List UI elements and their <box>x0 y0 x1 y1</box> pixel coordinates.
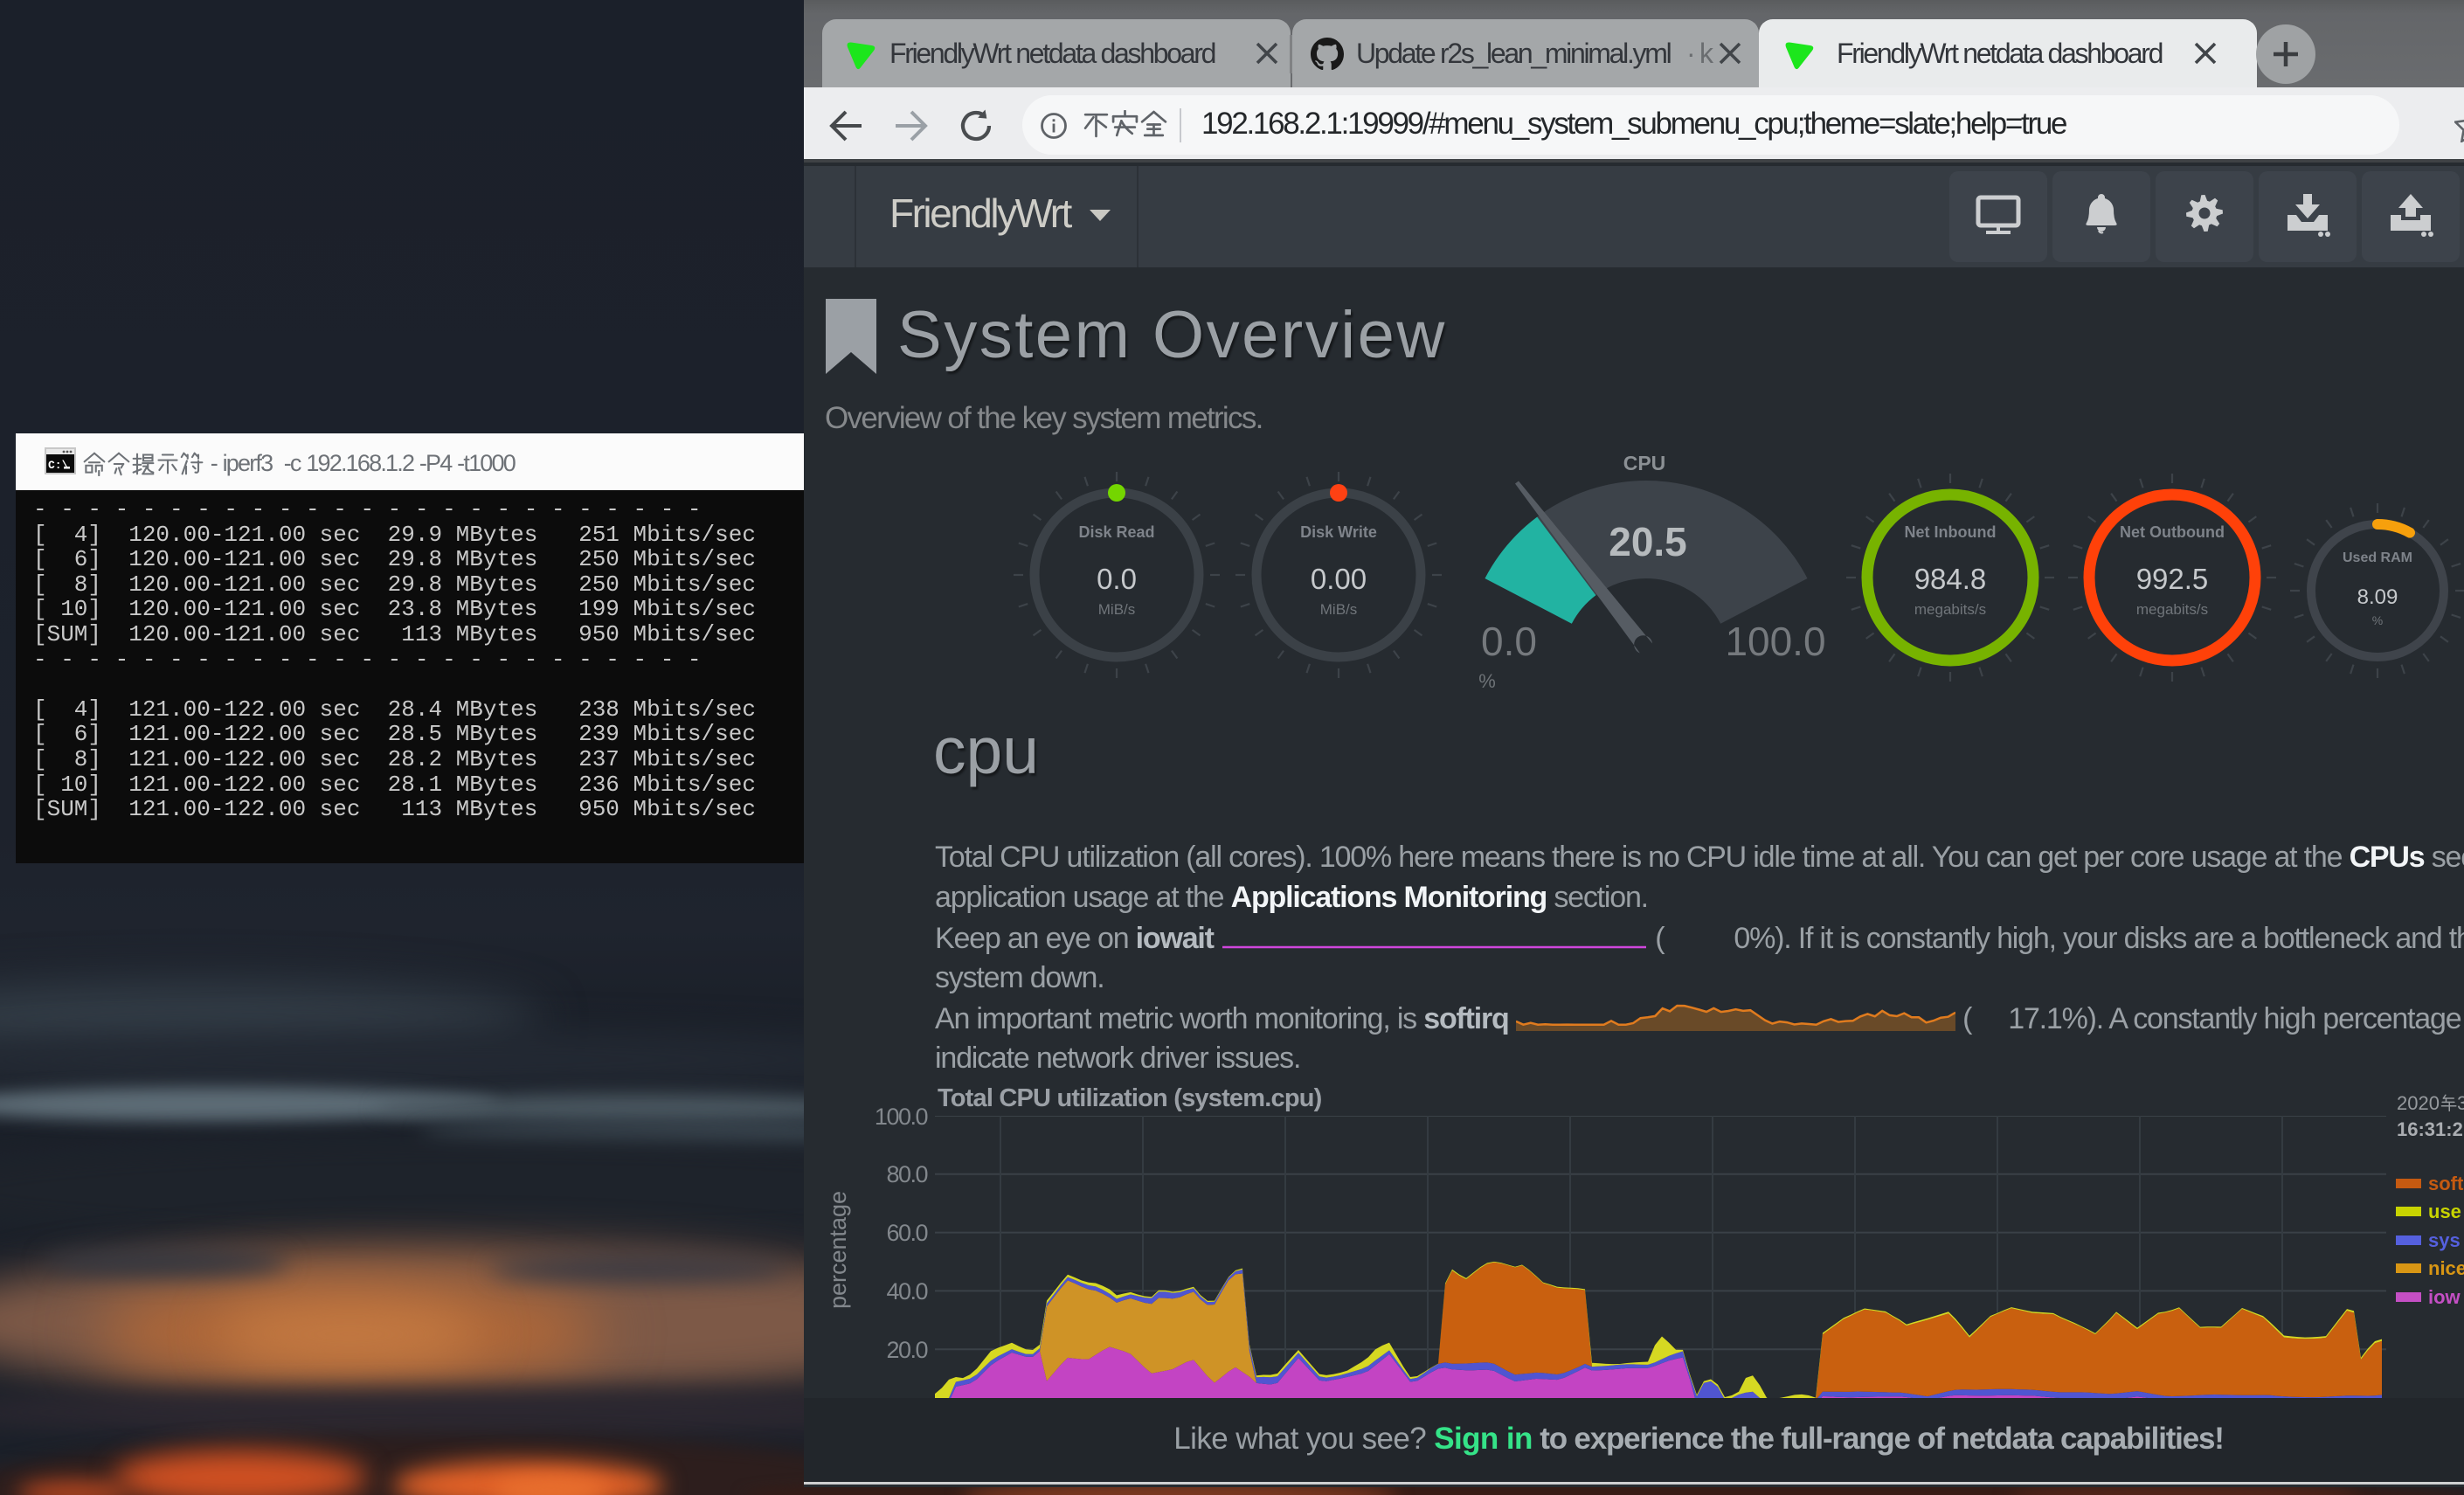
svg-text:Disk Write: Disk Write <box>1300 523 1377 541</box>
svg-text:20.5: 20.5 <box>1609 519 1687 564</box>
svg-text:984.8: 984.8 <box>1914 563 1987 595</box>
svg-text:MiB/s: MiB/s <box>1098 601 1136 618</box>
svg-text:Net Outbound: Net Outbound <box>2120 523 2225 541</box>
svg-text:8.09: 8.09 <box>2357 585 2398 609</box>
svg-text:Disk Read: Disk Read <box>1078 523 1154 541</box>
svg-text:MiB/s: MiB/s <box>1320 601 1358 618</box>
svg-text:%: % <box>1478 670 1496 692</box>
svg-text:C:\: C:\ <box>48 459 69 472</box>
svg-text:Used RAM: Used RAM <box>2343 550 2412 565</box>
svg-text:CPU: CPU <box>1623 452 1666 474</box>
svg-text:0.0: 0.0 <box>1481 619 1537 664</box>
svg-text:0.00: 0.00 <box>1311 563 1367 595</box>
svg-text:992.5: 992.5 <box>2136 563 2209 595</box>
svg-text:%: % <box>2372 613 2383 627</box>
svg-text:0.0: 0.0 <box>1097 563 1137 595</box>
svg-text:megabits/s: megabits/s <box>1914 601 1986 618</box>
svg-text:100.0: 100.0 <box>1725 619 1825 664</box>
svg-text:megabits/s: megabits/s <box>2136 601 2208 618</box>
svg-text:Net Inbound: Net Inbound <box>1905 523 1997 541</box>
